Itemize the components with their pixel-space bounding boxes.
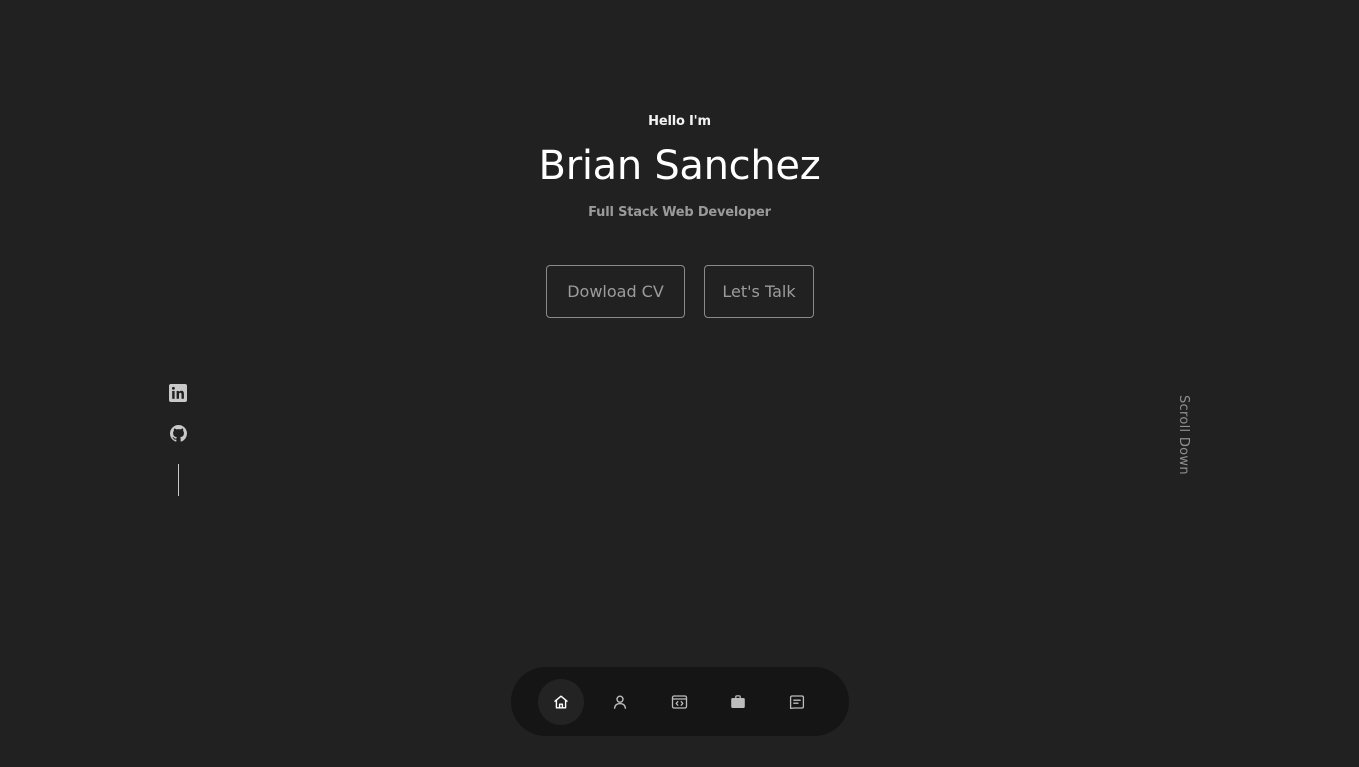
scroll-down-link[interactable]: Scroll Down xyxy=(1176,395,1191,475)
github-icon xyxy=(169,424,187,446)
message-icon xyxy=(789,694,805,710)
download-cv-button[interactable]: Dowload CV xyxy=(546,265,685,318)
linkedin-icon xyxy=(169,384,187,406)
lets-talk-button[interactable]: Let's Talk xyxy=(704,265,814,318)
briefcase-icon xyxy=(730,694,746,710)
bottom-nav xyxy=(511,667,849,736)
nav-home[interactable] xyxy=(538,679,584,725)
hero-name: Brian Sanchez xyxy=(538,143,821,189)
nav-projects[interactable] xyxy=(656,679,702,725)
hero-greeting: Hello I'm xyxy=(648,114,711,129)
linkedin-link[interactable] xyxy=(168,384,188,406)
nav-about[interactable] xyxy=(597,679,643,725)
hero-role: Full Stack Web Developer xyxy=(588,205,771,220)
code-window-icon xyxy=(671,694,688,710)
nav-experience[interactable] xyxy=(715,679,761,725)
user-icon xyxy=(612,694,628,710)
home-icon xyxy=(553,694,569,710)
nav-contact[interactable] xyxy=(774,679,820,725)
github-link[interactable] xyxy=(168,424,188,446)
social-divider-line xyxy=(178,464,179,496)
